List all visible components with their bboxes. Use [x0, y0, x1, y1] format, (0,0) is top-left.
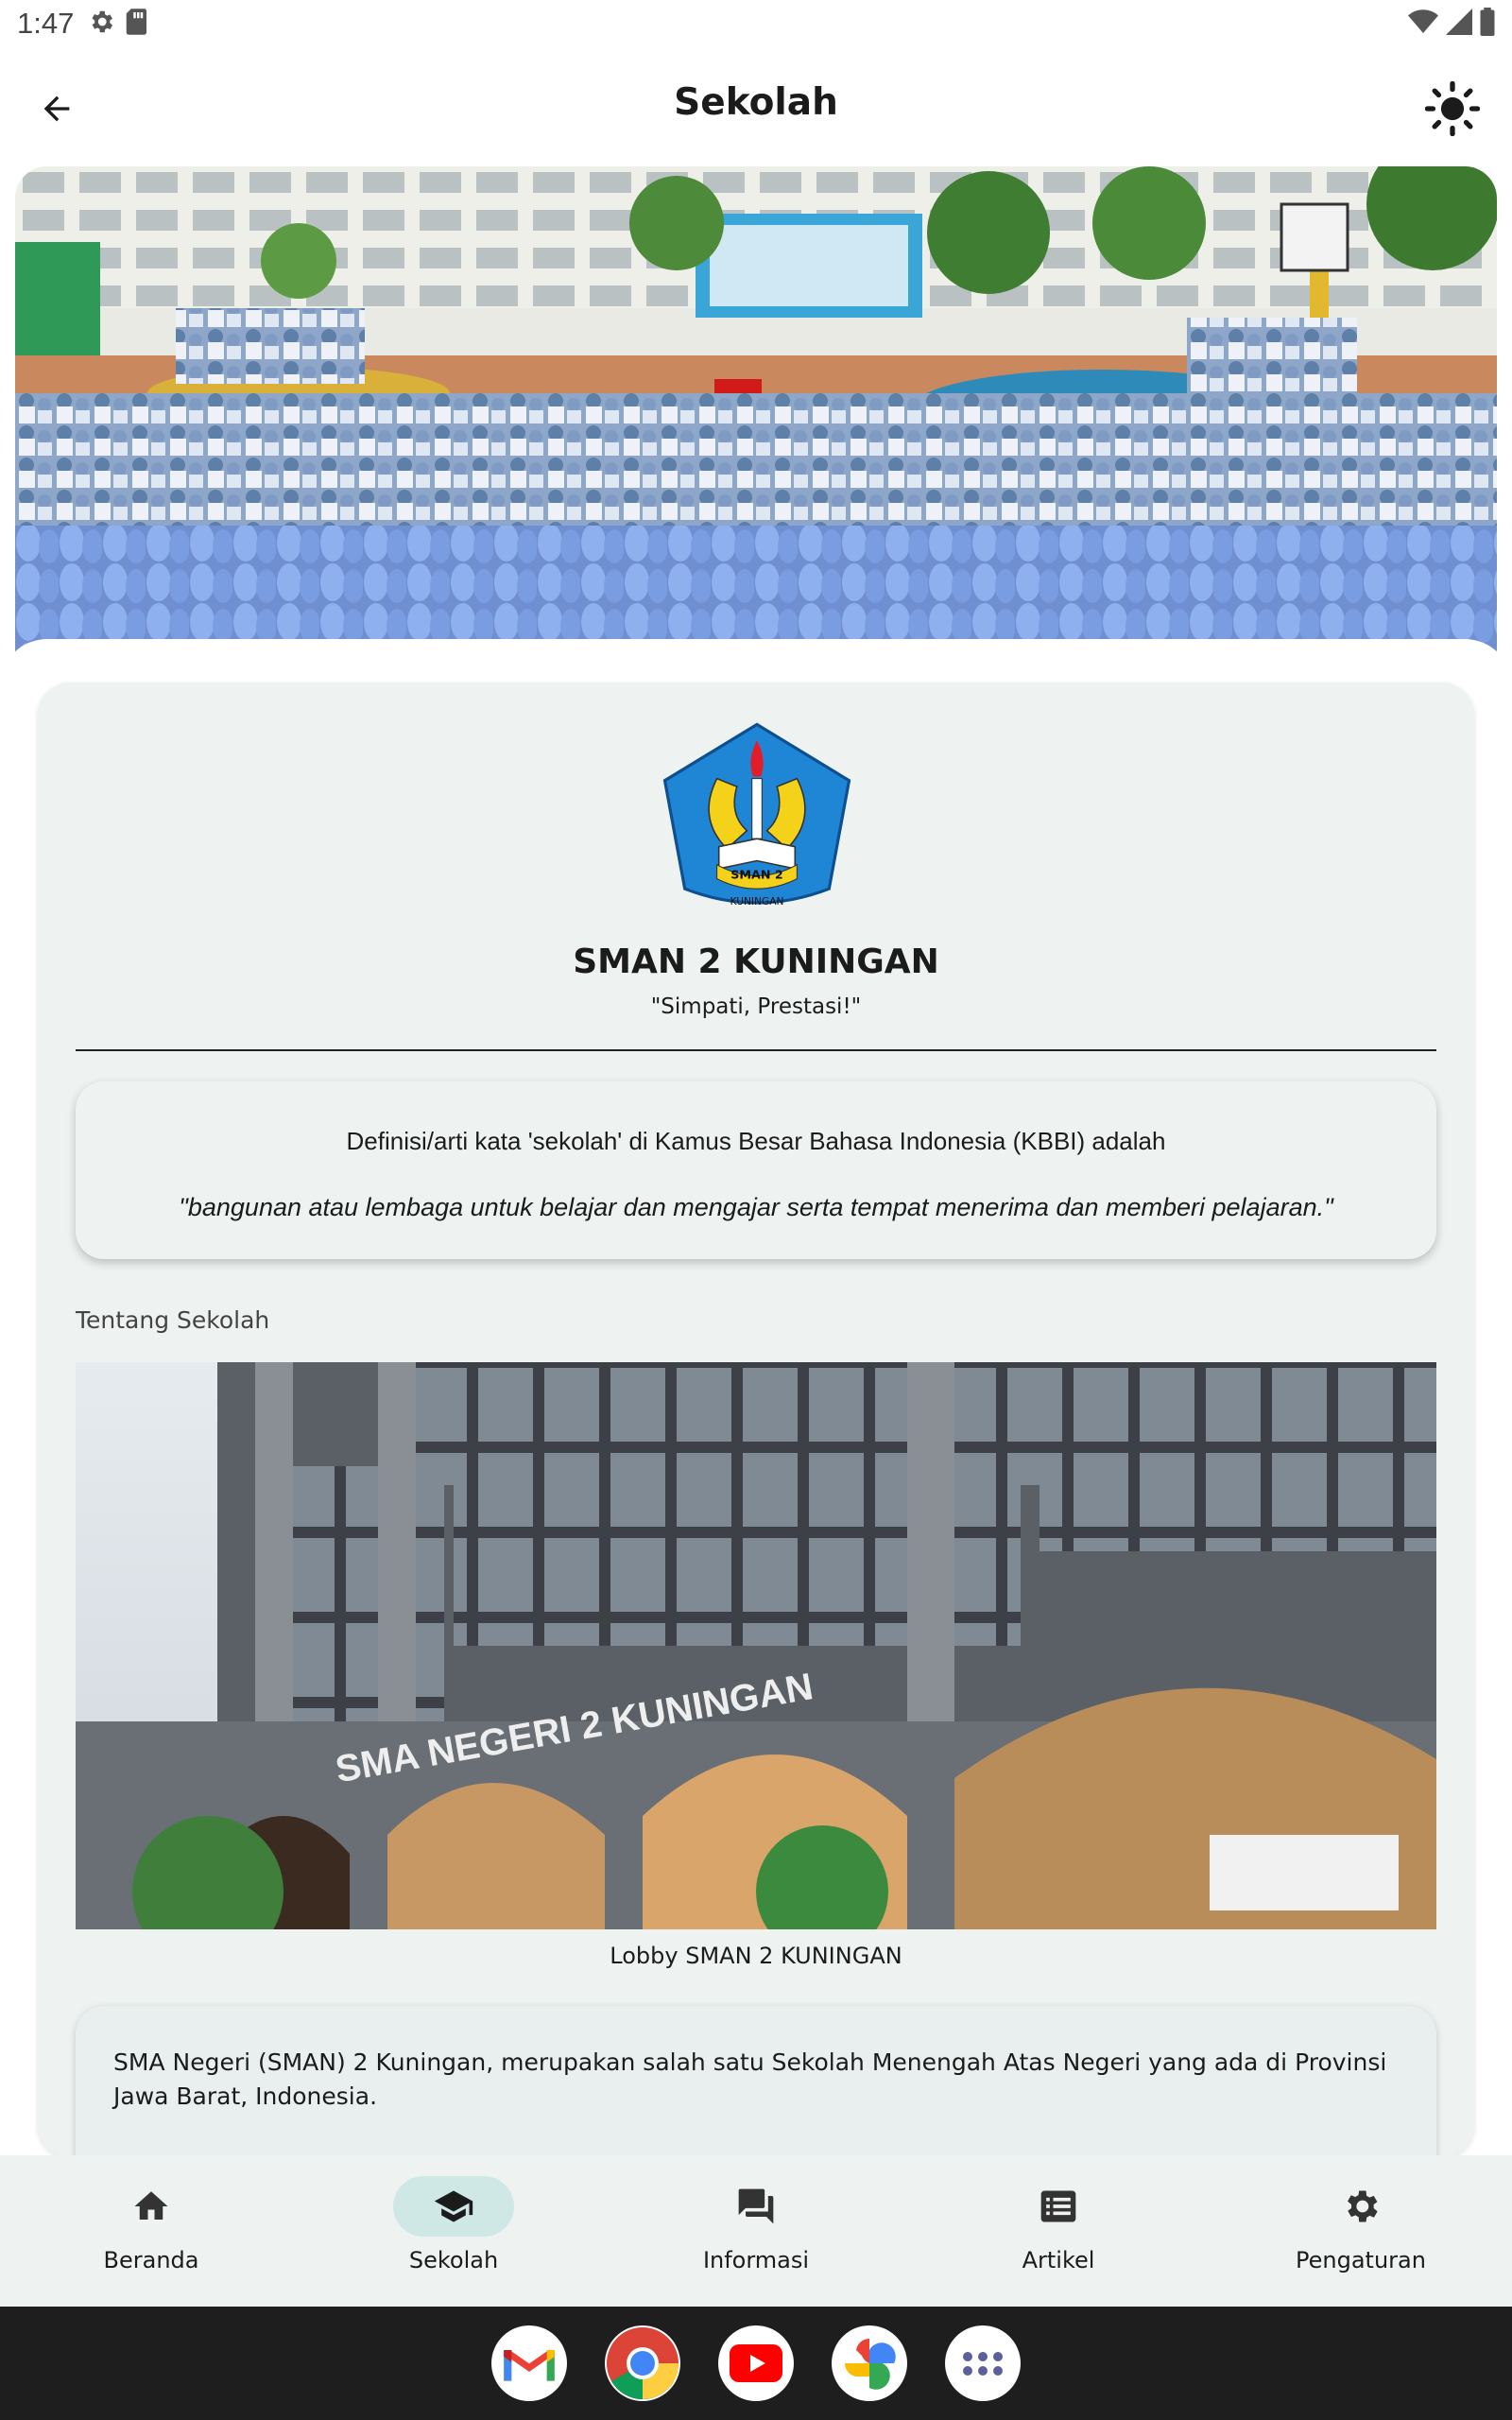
nav-artikel[interactable]: Artikel [907, 2155, 1210, 2307]
school-name: SMAN 2 KUNINGAN [573, 942, 939, 981]
nav-informasi[interactable]: Informasi [605, 2155, 907, 2307]
home-icon [134, 2191, 168, 2220]
kbbi-definition-text: Definisi/arti kata 'sekolah' di Kamus Be… [346, 1127, 1166, 1155]
nav-label: Artikel [1022, 2247, 1095, 2273]
app-bar: Sekolah [0, 57, 1512, 156]
school-logo: SMAN 2 KUNINGAN [657, 718, 857, 919]
school-description-card: SMA Negeri (SMAN) 2 Kuningan, merupakan … [76, 2006, 1436, 2157]
nav-label: Pengaturan [1296, 2247, 1426, 2273]
settings-status-icon [87, 8, 115, 40]
forum-icon [738, 2188, 774, 2224]
theme-toggle-button[interactable] [1421, 78, 1484, 140]
divider [76, 1049, 1436, 1051]
school-motto: "Simpati, Prestasi!" [650, 994, 862, 1019]
gear-icon [1348, 2190, 1378, 2222]
battery-icon [1480, 8, 1495, 40]
hero-image [15, 166, 1497, 658]
nav-sekolah[interactable]: Sekolah [302, 2155, 605, 2307]
status-time: 1:47 [17, 7, 75, 40]
youtube-icon[interactable] [718, 2325, 794, 2401]
sd-card-icon [125, 8, 149, 40]
lobby-image-caption: Lobby SMAN 2 KUNINGAN [610, 1943, 902, 1969]
status-bar: 1:47 [0, 0, 1512, 47]
bottom-navigation: Beranda Sekolah Informasi Artikel Pengat… [0, 2155, 1512, 2307]
nav-pengaturan[interactable]: Pengaturan [1210, 2155, 1512, 2307]
sun-icon [1425, 81, 1480, 136]
taskbar [0, 2307, 1512, 2420]
svg-text:SMAN 2: SMAN 2 [730, 868, 783, 882]
nav-label: Sekolah [408, 2247, 499, 2273]
nav-beranda[interactable]: Beranda [0, 2155, 302, 2307]
school-card: SMAN 2 KUNINGAN SMAN 2 KUNINGAN "Simpati… [38, 683, 1474, 2157]
page-title: Sekolah [674, 81, 838, 124]
school-description-text: SMA Negeri (SMAN) 2 Kuningan, merupakan … [113, 2048, 1387, 2110]
wifi-icon [1408, 9, 1438, 39]
chrome-icon[interactable] [605, 2325, 680, 2401]
signal-icon [1446, 9, 1472, 39]
about-section-label: Tentang Sekolah [76, 1306, 270, 1334]
photos-icon[interactable] [832, 2325, 907, 2401]
article-icon [1040, 2190, 1076, 2222]
nav-label: Informasi [702, 2247, 810, 2273]
kbbi-quote: "bangunan atau lembaga untuk belajar dan… [179, 1193, 1333, 1221]
kbbi-definition-card: Definisi/arti kata 'sekolah' di Kamus Be… [76, 1081, 1436, 1259]
lobby-image: SMA NEGERI 2 KUNINGAN [76, 1362, 1436, 1929]
school-icon [434, 2190, 473, 2222]
gmail-icon[interactable] [491, 2325, 567, 2401]
nav-label: Beranda [103, 2247, 199, 2273]
svg-text:KUNINGAN: KUNINGAN [730, 896, 784, 908]
apps-icon[interactable] [945, 2325, 1021, 2401]
